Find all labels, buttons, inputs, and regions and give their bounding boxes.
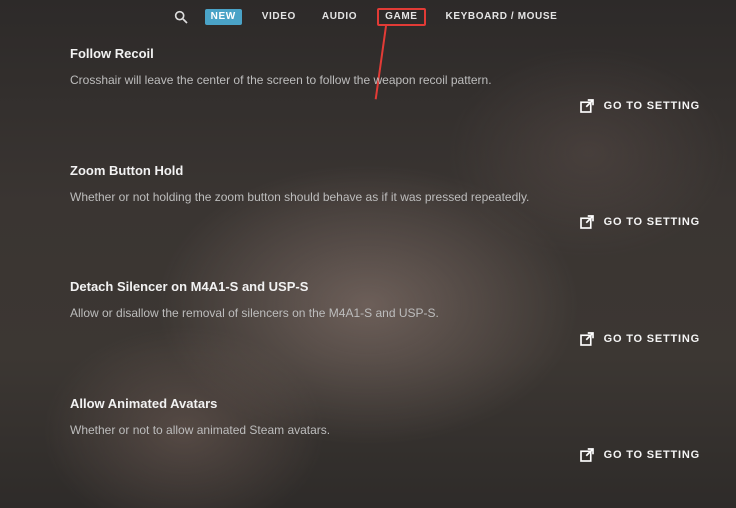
go-to-setting-label: GO TO SETTING xyxy=(604,100,700,112)
setting-title: Zoom Button Hold xyxy=(70,163,700,178)
go-to-setting-label: GO TO SETTING xyxy=(604,449,700,461)
tab-new[interactable]: NEW xyxy=(205,9,242,25)
top-nav: NEW VIDEO AUDIO GAME KEYBOARD / MOUSE xyxy=(0,0,736,34)
external-link-icon xyxy=(578,446,596,464)
setting-title: Detach Silencer on M4A1-S and USP-S xyxy=(70,279,700,294)
setting-detach-silencer: Detach Silencer on M4A1-S and USP-S Allo… xyxy=(70,279,700,348)
settings-list: Follow Recoil Crosshair will leave the c… xyxy=(70,46,700,508)
tab-audio[interactable]: AUDIO xyxy=(316,9,363,25)
search-icon[interactable] xyxy=(173,9,189,25)
setting-title: Follow Recoil xyxy=(70,46,700,61)
go-to-setting-button[interactable]: GO TO SETTING xyxy=(578,330,700,348)
setting-description: Whether or not holding the zoom button s… xyxy=(70,190,700,206)
tab-video[interactable]: VIDEO xyxy=(256,9,302,25)
tab-game[interactable]: GAME xyxy=(377,8,425,26)
go-to-setting-label: GO TO SETTING xyxy=(604,333,700,345)
setting-allow-animated-avatars: Allow Animated Avatars Whether or not to… xyxy=(70,396,700,465)
go-to-setting-button[interactable]: GO TO SETTING xyxy=(578,446,700,464)
setting-description: Crosshair will leave the center of the s… xyxy=(70,73,700,89)
setting-title: Allow Animated Avatars xyxy=(70,396,700,411)
go-to-setting-label: GO TO SETTING xyxy=(604,216,700,228)
go-row: GO TO SETTING xyxy=(70,330,700,348)
tab-keyboard-mouse[interactable]: KEYBOARD / MOUSE xyxy=(440,9,564,25)
external-link-icon xyxy=(578,97,596,115)
go-to-setting-button[interactable]: GO TO SETTING xyxy=(578,213,700,231)
go-row: GO TO SETTING xyxy=(70,446,700,464)
setting-description: Whether or not to allow animated Steam a… xyxy=(70,423,700,439)
setting-description: Allow or disallow the removal of silence… xyxy=(70,306,700,322)
go-to-setting-button[interactable]: GO TO SETTING xyxy=(578,97,700,115)
go-row: GO TO SETTING xyxy=(70,97,700,115)
external-link-icon xyxy=(578,330,596,348)
external-link-icon xyxy=(578,213,596,231)
go-row: GO TO SETTING xyxy=(70,213,700,231)
setting-follow-recoil: Follow Recoil Crosshair will leave the c… xyxy=(70,46,700,115)
setting-zoom-button-hold: Zoom Button Hold Whether or not holding … xyxy=(70,163,700,232)
